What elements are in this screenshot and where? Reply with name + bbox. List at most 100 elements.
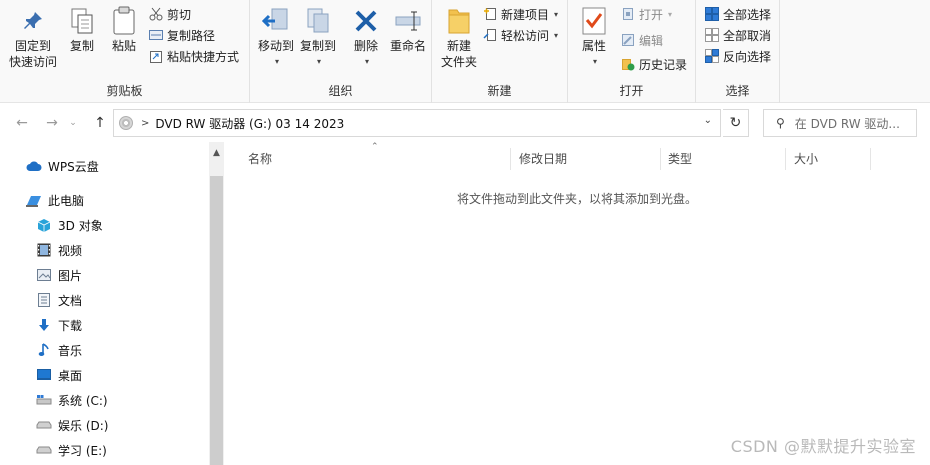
edit-icon — [620, 32, 636, 48]
paste-shortcut-icon — [148, 48, 164, 64]
pin-icon — [18, 6, 48, 36]
clipboard-icon — [109, 6, 139, 36]
address-dropdown-icon[interactable]: ⌄ — [704, 115, 712, 126]
new-group-label: 新建 — [487, 84, 512, 98]
move-to-icon — [261, 6, 291, 36]
nav-scrollbar-thumb[interactable] — [210, 176, 223, 465]
nav-item-videos[interactable]: 视频 — [36, 240, 82, 260]
music-icon — [36, 342, 52, 358]
open-icon — [620, 6, 636, 22]
move-to-button[interactable]: 移动到 ▾ — [256, 6, 296, 70]
sort-ascending-icon: ⌃ — [371, 142, 379, 152]
nav-item-3d-objects[interactable]: 3D 对象 — [36, 215, 103, 235]
easy-access-icon — [482, 27, 498, 43]
column-divider[interactable] — [785, 148, 786, 170]
address-path: DVD RW 驱动器 (G:) 03 14 2023 — [155, 116, 345, 131]
picture-icon — [36, 267, 52, 283]
copy-icon — [67, 6, 97, 36]
optical-disc-icon — [119, 116, 133, 130]
rename-button[interactable]: 重命名 — [386, 6, 430, 54]
chevron-down-icon: ▾ — [274, 57, 279, 66]
select-none-icon — [704, 27, 720, 43]
nav-scrollbar[interactable]: ▲ — [209, 142, 224, 465]
cut-button[interactable]: 剪切 — [148, 5, 191, 23]
drive-icon — [36, 442, 52, 458]
desktop-icon — [36, 367, 52, 383]
search-box[interactable]: ⚲ 在 DVD RW 驱动... — [763, 109, 917, 137]
open-button[interactable]: 打开 ▾ — [620, 5, 672, 23]
chevron-down-icon: ⌄ — [69, 118, 77, 128]
scroll-up-icon[interactable]: ▲ — [209, 148, 224, 158]
new-folder-button[interactable]: 新建 文件夹 — [436, 6, 482, 70]
easy-access-button[interactable]: 轻松访问 ▾ — [482, 26, 558, 44]
column-header-date-modified[interactable]: 修改日期 — [519, 150, 567, 167]
copy-path-icon — [148, 27, 164, 43]
scissors-icon — [148, 6, 164, 22]
address-bar[interactable]: > DVD RW 驱动器 (G:) 03 14 2023 ⌄ — [113, 109, 721, 137]
invert-selection-icon — [704, 48, 720, 64]
up-button[interactable]: ↑ — [90, 113, 110, 133]
open-group-label: 打开 — [619, 84, 644, 98]
ribbon: 固定到 快速访问 复制 粘贴 剪切 复制路径 粘贴快捷方式 剪贴板 移动到 ▾ … — [0, 0, 930, 103]
column-header-size[interactable]: 大小 — [794, 150, 818, 167]
chevron-down-icon: ▾ — [316, 57, 321, 66]
nav-item-this-pc[interactable]: 此电脑 — [26, 190, 84, 210]
clipboard-group: 固定到 快速访问 复制 粘贴 剪切 复制路径 粘贴快捷方式 剪贴板 — [0, 0, 250, 103]
cube-icon — [36, 217, 52, 233]
column-header-type[interactable]: 类型 — [668, 150, 692, 167]
select-group: 全部选择 全部取消 反向选择 选择 — [696, 0, 780, 103]
clipboard-group-label: 剪贴板 — [106, 84, 143, 98]
nav-item-drive-d[interactable]: 娱乐 (D:) — [36, 415, 108, 435]
search-icon: ⚲ — [776, 116, 785, 130]
select-all-button[interactable]: 全部选择 — [704, 5, 771, 23]
back-button[interactable]: ← — [12, 113, 32, 133]
column-divider[interactable] — [660, 148, 661, 170]
column-divider[interactable] — [870, 148, 871, 170]
nav-item-drive-c[interactable]: 系统 (C:) — [36, 390, 108, 410]
nav-item-documents[interactable]: 文档 — [36, 290, 82, 310]
chevron-down-icon: ▾ — [668, 9, 673, 19]
folder-icon — [444, 6, 474, 36]
nav-item-downloads[interactable]: 下载 — [36, 315, 82, 335]
column-header-name[interactable]: 名称 — [248, 150, 272, 167]
properties-button[interactable]: 属性 ▾ — [576, 6, 612, 70]
rename-icon — [393, 6, 423, 36]
refresh-button[interactable]: ↻ — [723, 109, 749, 137]
pin-quick-access-button[interactable]: 固定到 快速访问 — [4, 6, 62, 70]
copy-button[interactable]: 复制 — [62, 6, 102, 54]
history-button[interactable]: 历史记录 — [620, 55, 687, 73]
column-divider[interactable] — [510, 148, 511, 170]
nav-item-desktop[interactable]: 桌面 — [36, 365, 82, 385]
computer-icon — [26, 192, 42, 208]
new-group: 新建 文件夹 新建项目 ▾ 轻松访问 ▾ 新建 — [432, 0, 568, 103]
nav-item-drive-e[interactable]: 学习 (E:) — [36, 440, 107, 460]
file-list-area[interactable]: ⌃ 名称 修改日期 类型 大小 将文件拖动到此文件夹，以将其添加到光盘。 CSD… — [224, 142, 930, 465]
nav-item-music[interactable]: 音乐 — [36, 340, 82, 360]
search-placeholder: 在 DVD RW 驱动... — [794, 116, 900, 131]
delete-button[interactable]: 删除 ▾ — [346, 6, 386, 70]
video-icon — [36, 242, 52, 258]
copy-to-button[interactable]: 复制到 ▾ — [298, 6, 338, 70]
select-all-icon — [704, 6, 720, 22]
select-none-button[interactable]: 全部取消 — [704, 26, 771, 44]
nav-item-wps-cloud[interactable]: WPS云盘 — [26, 156, 99, 176]
nav-item-pictures[interactable]: 图片 — [36, 265, 82, 285]
invert-selection-button[interactable]: 反向选择 — [704, 47, 771, 65]
copy-path-button[interactable]: 复制路径 — [148, 26, 215, 44]
new-item-button[interactable]: 新建项目 ▾ — [482, 5, 558, 23]
chevron-down-icon: ▾ — [364, 57, 369, 66]
forward-button[interactable]: → — [42, 113, 62, 133]
recent-locations-button[interactable]: ⌄ — [66, 113, 80, 133]
navigation-pane: WPS云盘 此电脑 3D 对象 视频 图片 文档 下载 音乐 桌面 系统 (C:… — [0, 142, 224, 465]
chevron-right-icon: > — [141, 117, 150, 129]
copy-to-icon — [303, 6, 333, 36]
chevron-down-icon: ▾ — [592, 57, 597, 66]
properties-check-icon — [579, 6, 609, 36]
history-icon — [620, 56, 636, 72]
refresh-icon: ↻ — [729, 115, 742, 131]
paste-button[interactable]: 粘贴 — [104, 6, 144, 54]
paste-shortcut-button[interactable]: 粘贴快捷方式 — [148, 47, 239, 65]
document-icon — [36, 292, 52, 308]
edit-button[interactable]: 编辑 — [620, 31, 663, 49]
organize-group-label: 组织 — [328, 84, 353, 98]
